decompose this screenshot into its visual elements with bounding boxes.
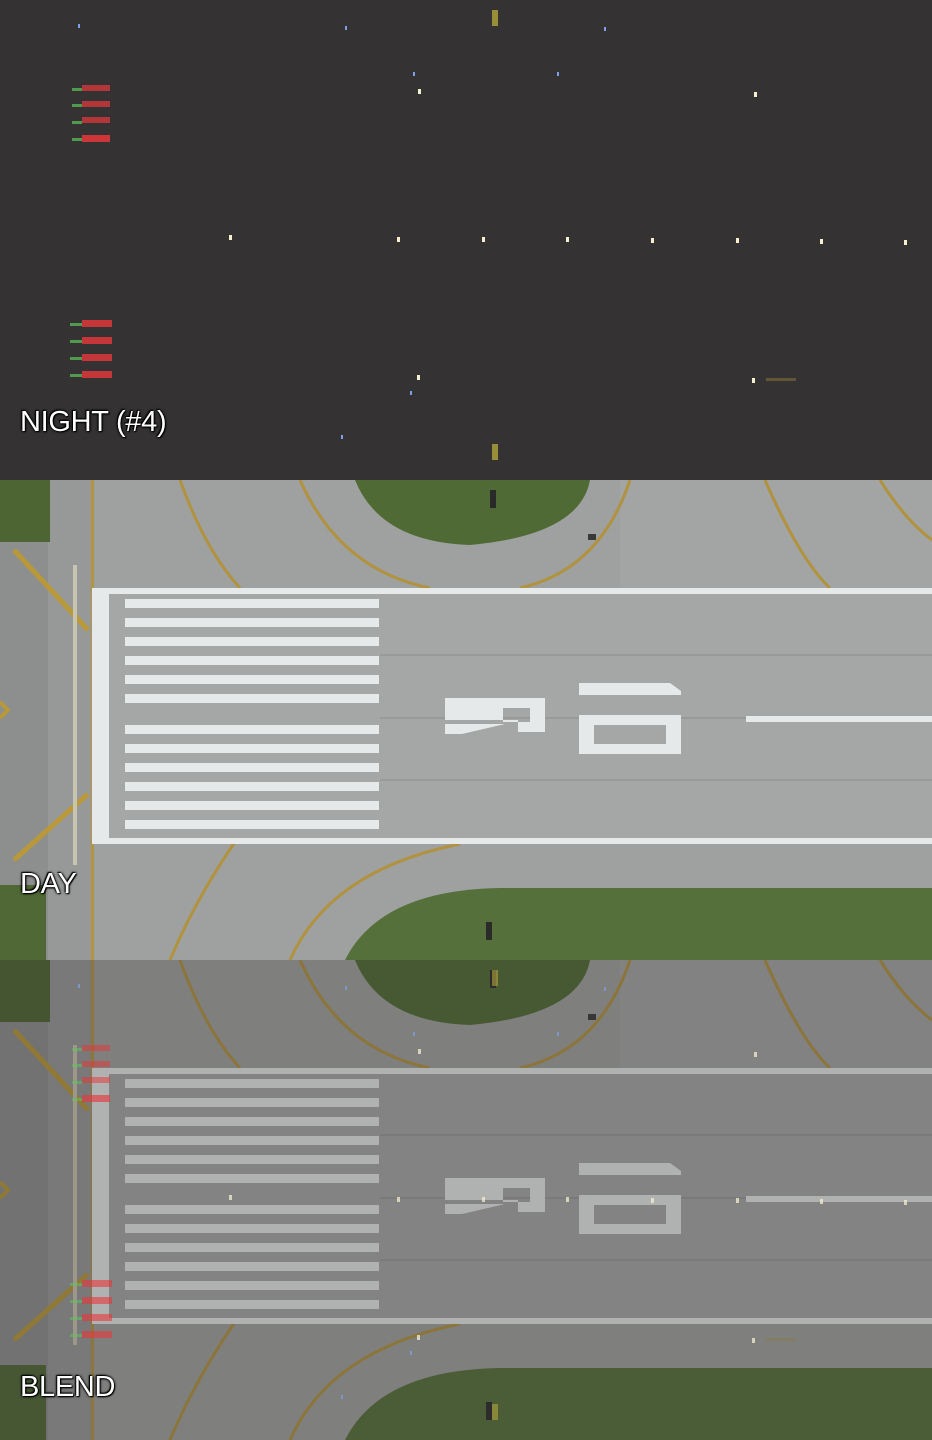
day-panel-label: DAY (20, 868, 77, 900)
day-panel: DAY (0, 480, 932, 960)
blend-image (0, 960, 932, 1440)
day-image (0, 480, 932, 960)
night-panel-label: NIGHT (#4) (20, 406, 167, 438)
night-panel: NIGHT (#4) (0, 0, 932, 480)
blend-panel: BLEND (0, 960, 932, 1440)
blend-panel-label: BLEND (20, 1371, 116, 1403)
